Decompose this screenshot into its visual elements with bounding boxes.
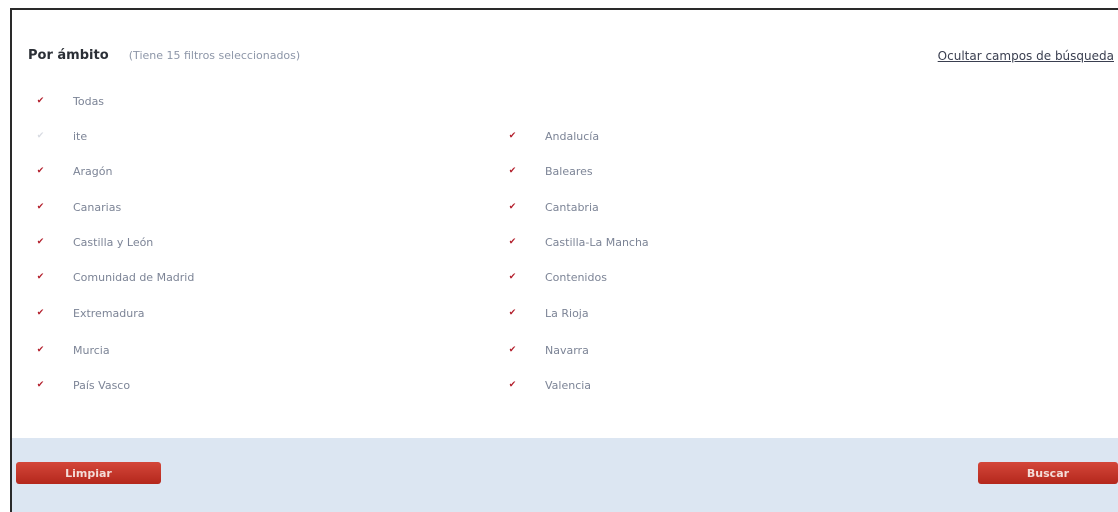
filter-panel: Por ámbito (Tiene 15 filtros seleccionad…: [12, 10, 1118, 438]
checkbox-navarra[interactable]: ✔: [508, 345, 517, 355]
option-cantabria[interactable]: ✔ Cantabria: [508, 198, 599, 216]
option-label: La Rioja: [545, 306, 589, 320]
option-label: Canarias: [73, 200, 122, 214]
option-castilla-y-leon[interactable]: ✔ Castilla y León: [36, 233, 154, 251]
option-andalucia[interactable]: ✔ Andalucía: [508, 127, 599, 145]
option-label: Navarra: [545, 343, 589, 357]
filter-frame: Por ámbito (Tiene 15 filtros seleccionad…: [10, 8, 1118, 512]
option-ite[interactable]: ✔ ite: [36, 127, 87, 145]
clear-button[interactable]: Limpiar: [16, 462, 161, 484]
option-label: ite: [73, 129, 88, 143]
option-todas[interactable]: ✔ Todas: [36, 92, 104, 110]
option-label: Castilla y León: [73, 235, 154, 249]
option-la-rioja[interactable]: ✔ La Rioja: [508, 304, 589, 322]
selected-filters-count: (Tiene 15 filtros seleccionados): [128, 49, 301, 62]
option-label: Castilla-La Mancha: [545, 235, 649, 249]
option-label: Murcia: [73, 343, 110, 357]
option-comunidad-de-madrid[interactable]: ✔ Comunidad de Madrid: [36, 268, 195, 286]
checkbox-castilla-y-leon[interactable]: ✔: [36, 237, 45, 247]
checkbox-extremadura[interactable]: ✔: [36, 308, 45, 318]
option-contenidos[interactable]: ✔ Contenidos: [508, 268, 607, 286]
option-navarra[interactable]: ✔ Navarra: [508, 341, 589, 359]
checkbox-todas[interactable]: ✔: [36, 96, 45, 106]
checkbox-la-rioja[interactable]: ✔: [508, 308, 517, 318]
option-label: País Vasco: [73, 378, 131, 392]
option-label: Aragón: [73, 164, 113, 178]
checkbox-pais-vasco[interactable]: ✔: [36, 380, 45, 390]
checkbox-canarias[interactable]: ✔: [36, 202, 45, 212]
option-aragon[interactable]: ✔ Aragón: [36, 162, 113, 180]
option-pais-vasco[interactable]: ✔ País Vasco: [36, 376, 130, 394]
checkbox-andalucia[interactable]: ✔: [508, 131, 517, 141]
filter-title: Por ámbito: [28, 48, 109, 63]
checkbox-murcia[interactable]: ✔: [36, 345, 45, 355]
filter-header: Por ámbito (Tiene 15 filtros seleccionad…: [28, 48, 300, 63]
option-label: Baleares: [545, 164, 593, 178]
checkbox-baleares[interactable]: ✔: [508, 166, 517, 176]
hide-search-fields-link[interactable]: Ocultar campos de búsqueda: [938, 49, 1114, 63]
checkbox-castilla-la-mancha[interactable]: ✔: [508, 237, 517, 247]
checkbox-valencia[interactable]: ✔: [508, 380, 517, 390]
checkbox-comunidad-de-madrid[interactable]: ✔: [36, 272, 45, 282]
checkbox-ite[interactable]: ✔: [36, 131, 45, 141]
checkbox-contenidos[interactable]: ✔: [508, 272, 517, 282]
checkbox-aragon[interactable]: ✔: [36, 166, 45, 176]
option-castilla-la-mancha[interactable]: ✔ Castilla-La Mancha: [508, 233, 649, 251]
option-extremadura[interactable]: ✔ Extremadura: [36, 304, 145, 322]
option-label: Todas: [73, 94, 105, 108]
search-button[interactable]: Buscar: [978, 462, 1118, 484]
option-label: Andalucía: [545, 129, 600, 143]
option-canarias[interactable]: ✔ Canarias: [36, 198, 121, 216]
option-baleares[interactable]: ✔ Baleares: [508, 162, 593, 180]
option-label: Comunidad de Madrid: [73, 270, 195, 284]
option-label: Contenidos: [545, 270, 607, 284]
option-label: Valencia: [545, 378, 592, 392]
option-label: Cantabria: [545, 200, 599, 214]
option-murcia[interactable]: ✔ Murcia: [36, 341, 110, 359]
checkbox-cantabria[interactable]: ✔: [508, 202, 517, 212]
option-label: Extremadura: [73, 306, 145, 320]
option-valencia[interactable]: ✔ Valencia: [508, 376, 591, 394]
